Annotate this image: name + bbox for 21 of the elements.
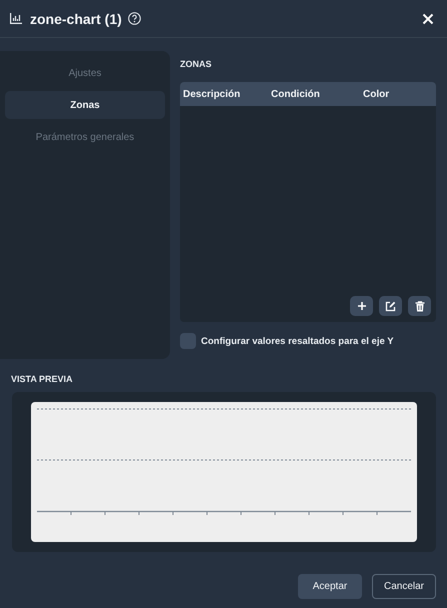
checkbox[interactable] [180,333,196,349]
trash-icon [414,300,424,312]
column-header: Color [363,88,390,100]
section-title: VISTA PREVIA [11,374,74,384]
column-header: Condición [271,88,321,100]
section-title: ZONAS [180,59,212,69]
help-icon[interactable] [128,12,141,25]
window-title: zone-chart (1) [30,10,122,26]
column-header: Descripción [183,88,242,100]
bar-chart-icon [10,13,22,24]
delete-button[interactable] [408,296,431,316]
cancel-button[interactable]: Cancelar [372,574,436,599]
accept-button[interactable]: Aceptar [298,574,362,599]
close-icon [421,12,435,26]
plus-icon [356,301,366,311]
sidebar-item[interactable]: Zonas [5,91,165,119]
edit-button[interactable] [379,296,402,316]
close-button[interactable] [421,12,435,26]
checkbox-label: Configurar valores resaltados para el eje Y [201,336,394,346]
add-button[interactable] [350,296,373,316]
edit-icon [385,300,396,312]
